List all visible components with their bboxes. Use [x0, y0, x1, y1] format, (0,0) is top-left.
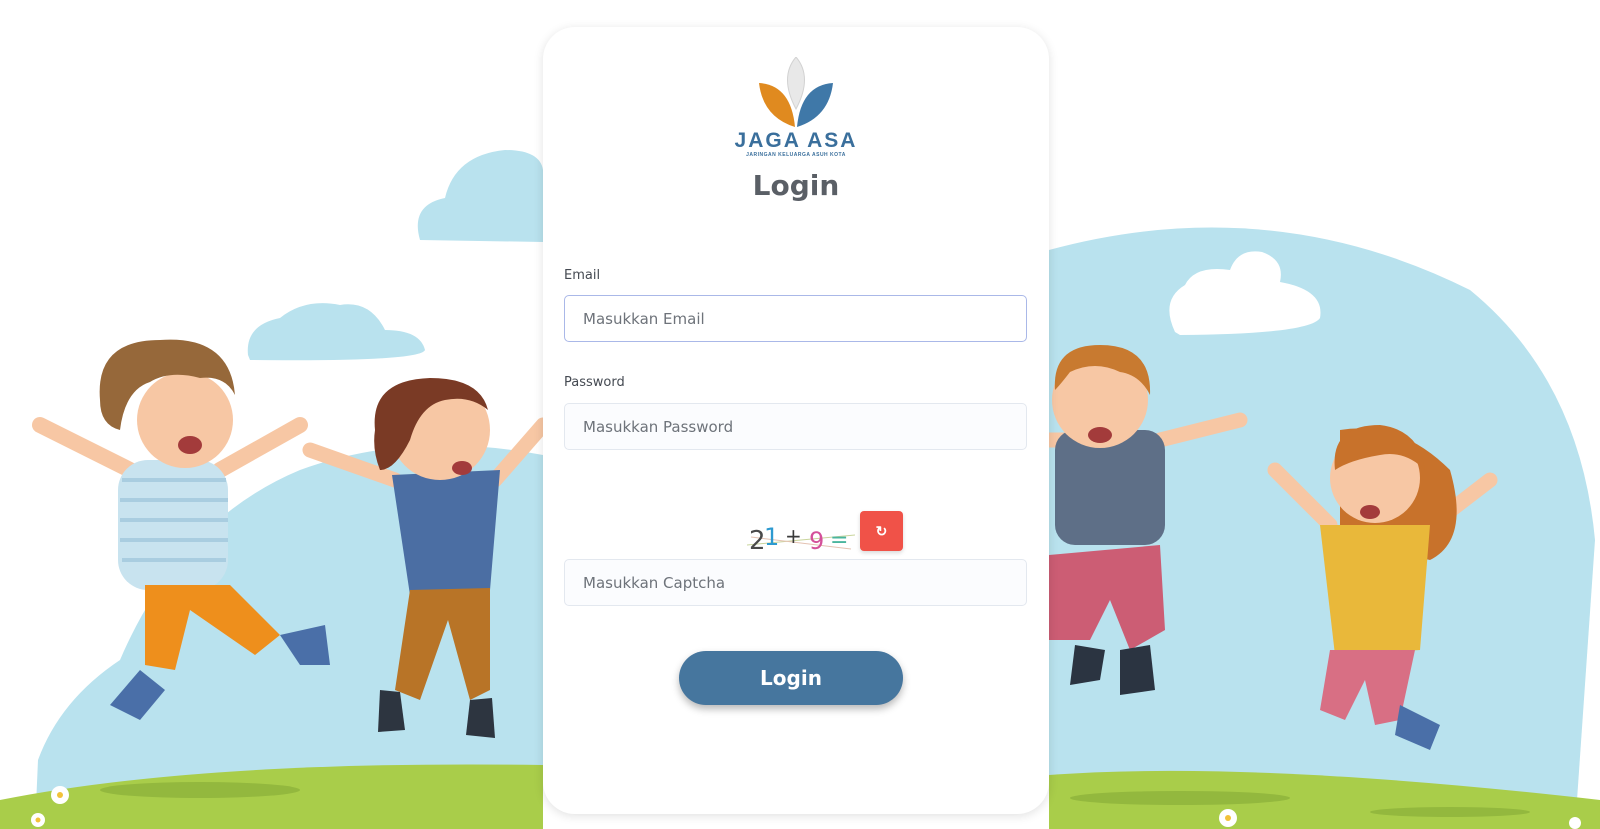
captcha-field[interactable]	[564, 559, 1027, 606]
refresh-icon: ↻	[875, 522, 888, 539]
captcha-glyph: 1	[764, 523, 779, 551]
refresh-captcha-button[interactable]: ↻	[860, 511, 903, 551]
password-field[interactable]	[564, 403, 1027, 450]
captcha-image: 2 1 + 9 =	[747, 523, 855, 555]
page-title: Login	[752, 169, 840, 202]
login-button[interactable]: Login	[679, 651, 903, 705]
login-card: JAGA ASA JARINGAN KELUARGA ASUH KOTA Log…	[543, 27, 1049, 814]
jaga-asa-logo	[543, 57, 1049, 129]
leaf-logo-icon	[759, 57, 833, 127]
captcha-glyph: +	[785, 524, 802, 548]
captcha-row: 2 1 + 9 = ↻	[543, 511, 1049, 555]
email-field[interactable]	[564, 295, 1027, 342]
captcha-glyph: 9	[809, 527, 824, 555]
brand-tagline: JARINGAN KELUARGA ASUH KOTA	[746, 152, 846, 158]
password-label: Password	[564, 375, 625, 390]
brand-name: JAGA ASA	[734, 129, 858, 152]
captcha-glyph: =	[830, 528, 848, 553]
email-label: Email	[564, 268, 601, 283]
